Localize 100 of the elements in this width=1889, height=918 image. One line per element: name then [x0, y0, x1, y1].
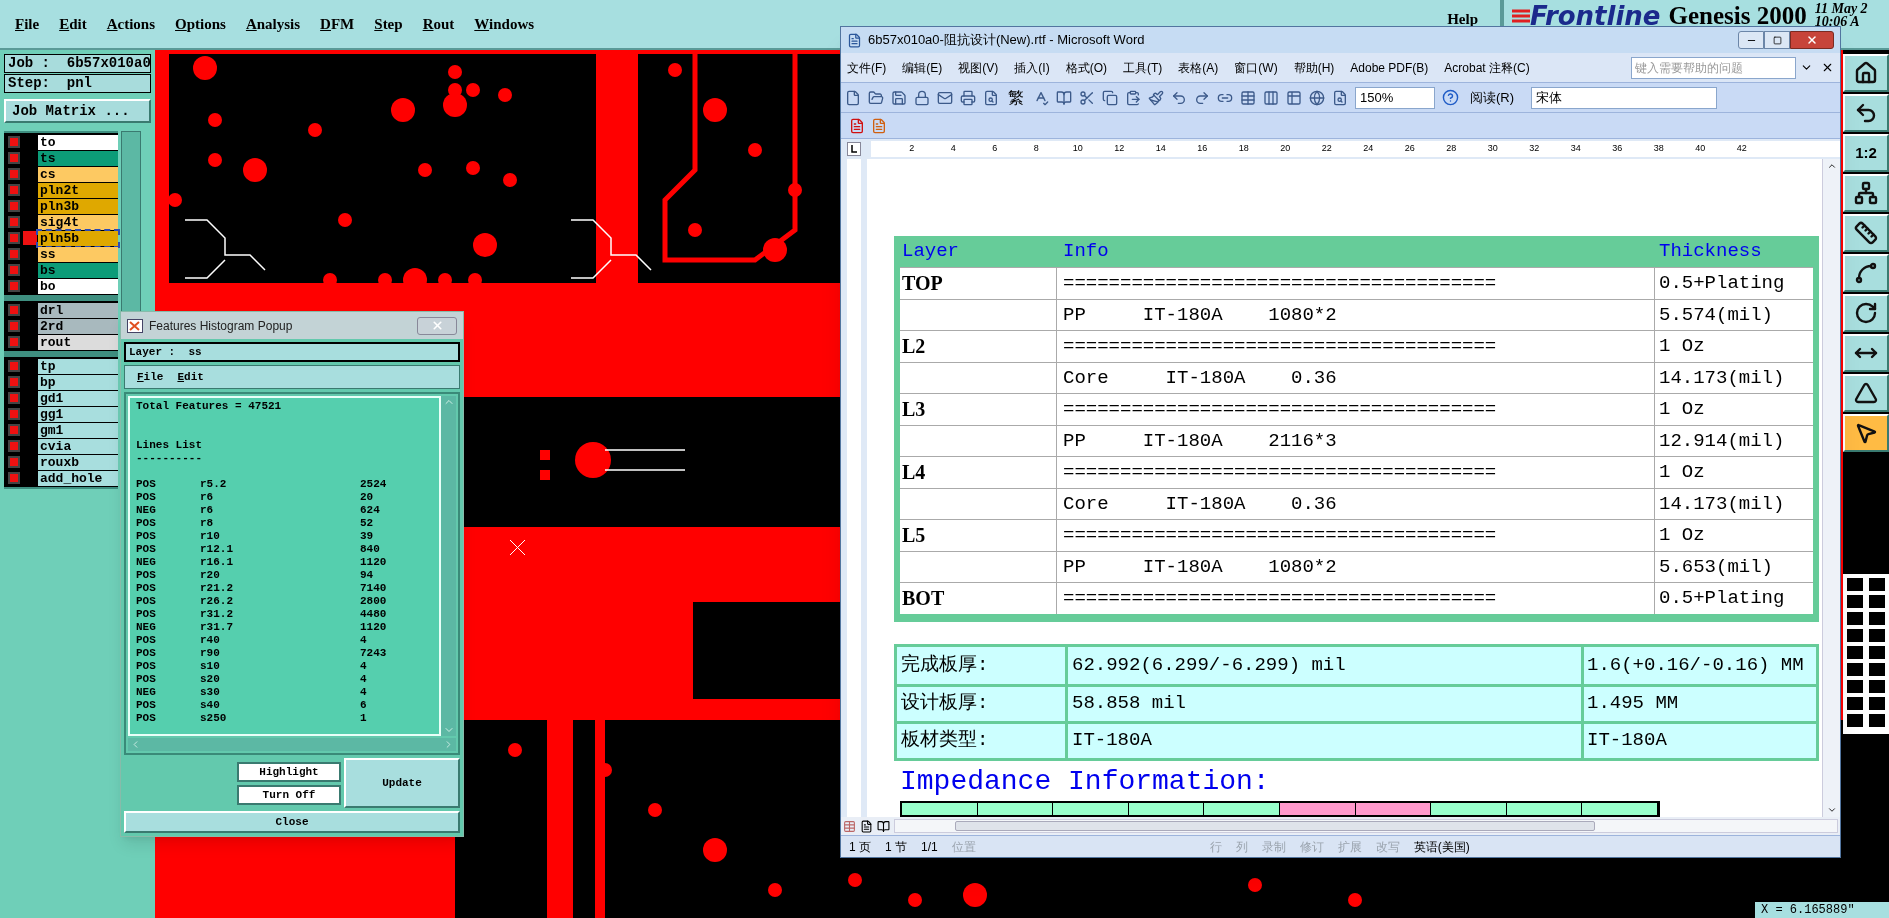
- layer-checkbox[interactable]: [8, 376, 20, 388]
- layer-name[interactable]: bp: [38, 374, 118, 390]
- layer-checkbox[interactable]: [8, 248, 20, 260]
- layer-checkbox[interactable]: [8, 424, 20, 436]
- layer-checkbox[interactable]: [8, 440, 20, 452]
- menu-item[interactable]: 编辑(E): [902, 58, 943, 77]
- tool-button[interactable]: [1843, 214, 1889, 252]
- print-preview-icon[interactable]: [983, 89, 999, 106]
- new-document-icon[interactable]: [845, 89, 861, 106]
- menu-item[interactable]: Rout: [422, 12, 455, 36]
- layer-name[interactable]: tp: [38, 358, 118, 374]
- layer-checkbox[interactable]: [8, 320, 20, 332]
- printer-icon[interactable]: [960, 89, 976, 106]
- menu-item[interactable]: Help: [1447, 7, 1478, 31]
- layer-checkbox[interactable]: [8, 216, 20, 228]
- help-icon[interactable]: [1442, 89, 1459, 106]
- layer-checkbox[interactable]: [8, 168, 20, 180]
- menu-item[interactable]: File: [137, 368, 164, 386]
- paste-icon[interactable]: [1125, 89, 1141, 106]
- menu-item[interactable]: 表格(A): [1178, 58, 1219, 77]
- redo-icon[interactable]: [1194, 89, 1210, 106]
- layer-name[interactable]: cvia: [38, 438, 118, 454]
- undo-icon[interactable]: [1171, 89, 1187, 106]
- layer-checkbox[interactable]: [8, 280, 20, 292]
- layer-name[interactable]: ts: [38, 150, 118, 166]
- turn-off-button[interactable]: Turn Off: [237, 784, 341, 805]
- layer-name[interactable]: cs: [38, 166, 118, 182]
- tab-stop-icon[interactable]: [847, 142, 861, 156]
- layer-name[interactable]: drl: [38, 302, 118, 318]
- layer-checkbox[interactable]: [8, 360, 20, 372]
- horizontal-scrollbar[interactable]: [128, 738, 456, 751]
- menu-item[interactable]: Analysis: [245, 12, 301, 36]
- layer-name[interactable]: gd1: [38, 390, 118, 406]
- mail-icon[interactable]: [937, 89, 953, 106]
- lock-icon[interactable]: [914, 89, 930, 106]
- menu-item[interactable]: DFM: [320, 12, 355, 36]
- menu-item[interactable]: File: [15, 12, 40, 36]
- menu-item[interactable]: 格式(O): [1065, 58, 1107, 77]
- tool-button[interactable]: [1843, 54, 1889, 92]
- tool-button[interactable]: [1843, 94, 1889, 132]
- job-matrix-button[interactable]: Job Matrix ...: [4, 99, 151, 123]
- view-icon[interactable]: [877, 819, 890, 833]
- layer-checkbox[interactable]: [8, 200, 20, 212]
- view-icon[interactable]: [860, 819, 873, 833]
- scrollbar[interactable]: [441, 396, 456, 736]
- menu-item[interactable]: Windows: [474, 12, 535, 36]
- menu-item[interactable]: 帮助(H): [1293, 58, 1335, 77]
- zoom-field[interactable]: 150%: [1355, 86, 1435, 109]
- tool-button[interactable]: [1843, 414, 1889, 452]
- layer-name[interactable]: to: [38, 134, 118, 150]
- minimize-button[interactable]: [1738, 31, 1764, 49]
- layer-name[interactable]: pln5b: [38, 230, 118, 246]
- tool-button[interactable]: [1843, 254, 1889, 292]
- menu-item[interactable]: Acrobat 注释(C): [1444, 58, 1530, 77]
- reading-button[interactable]: 阅读(R): [1466, 87, 1519, 108]
- layer-checkbox[interactable]: [8, 264, 20, 276]
- menu-item[interactable]: 视图(V): [958, 58, 999, 77]
- tool-button[interactable]: [1843, 294, 1889, 332]
- menu-item[interactable]: Edit: [177, 368, 204, 386]
- highlight-button[interactable]: Highlight: [237, 761, 341, 782]
- font-field[interactable]: 宋体: [1531, 86, 1718, 109]
- layer-checkbox[interactable]: [8, 184, 20, 196]
- save-icon[interactable]: [891, 89, 907, 106]
- pdf-icon[interactable]: [871, 117, 887, 134]
- menu-item[interactable]: Actions: [106, 12, 156, 36]
- menu-item[interactable]: 文件(F): [847, 58, 887, 77]
- research-icon[interactable]: [1056, 89, 1072, 106]
- layer-checkbox[interactable]: [8, 304, 20, 316]
- menu-item[interactable]: Adobe PDF(B): [1350, 58, 1429, 77]
- menu-item[interactable]: Options: [175, 12, 226, 36]
- layer-name[interactable]: rout: [38, 334, 118, 350]
- update-button[interactable]: Update: [344, 758, 460, 808]
- traditional-chinese-button[interactable]: 繁: [1006, 85, 1026, 110]
- layer-name[interactable]: 2rd: [38, 318, 118, 334]
- menu-item[interactable]: 工具(T): [1123, 58, 1163, 77]
- pdf-icon[interactable]: [849, 117, 865, 134]
- close-button[interactable]: Close: [124, 811, 460, 833]
- maximize-button[interactable]: [1764, 31, 1790, 49]
- horizontal-scrollbar[interactable]: [894, 819, 1838, 833]
- menu-item[interactable]: 窗口(W): [1234, 58, 1278, 77]
- layer-name[interactable]: sig4t: [38, 214, 118, 230]
- close-button[interactable]: [417, 316, 457, 335]
- layer-name[interactable]: ss: [38, 246, 118, 262]
- layer-name[interactable]: gg1: [38, 406, 118, 422]
- tool-button[interactable]: [1843, 374, 1889, 412]
- layer-name[interactable]: bo: [38, 278, 118, 294]
- layer-name[interactable]: bs: [38, 262, 118, 278]
- layer-name[interactable]: gm1: [38, 422, 118, 438]
- folder-icon[interactable]: [868, 89, 884, 106]
- spelling-icon[interactable]: [1033, 89, 1049, 106]
- layer-checkbox[interactable]: [8, 392, 20, 404]
- layer-checkbox[interactable]: [8, 456, 20, 468]
- layer-checkbox[interactable]: [8, 232, 20, 244]
- menu-item[interactable]: Edit: [59, 12, 87, 36]
- copy-icon[interactable]: [1102, 89, 1118, 106]
- format-painter-icon[interactable]: [1148, 89, 1164, 106]
- globe-icon[interactable]: [1309, 89, 1325, 106]
- menu-item[interactable]: 插入(I): [1014, 58, 1050, 77]
- columns-icon[interactable]: [1263, 89, 1279, 106]
- layer-name[interactable]: pln3b: [38, 198, 118, 214]
